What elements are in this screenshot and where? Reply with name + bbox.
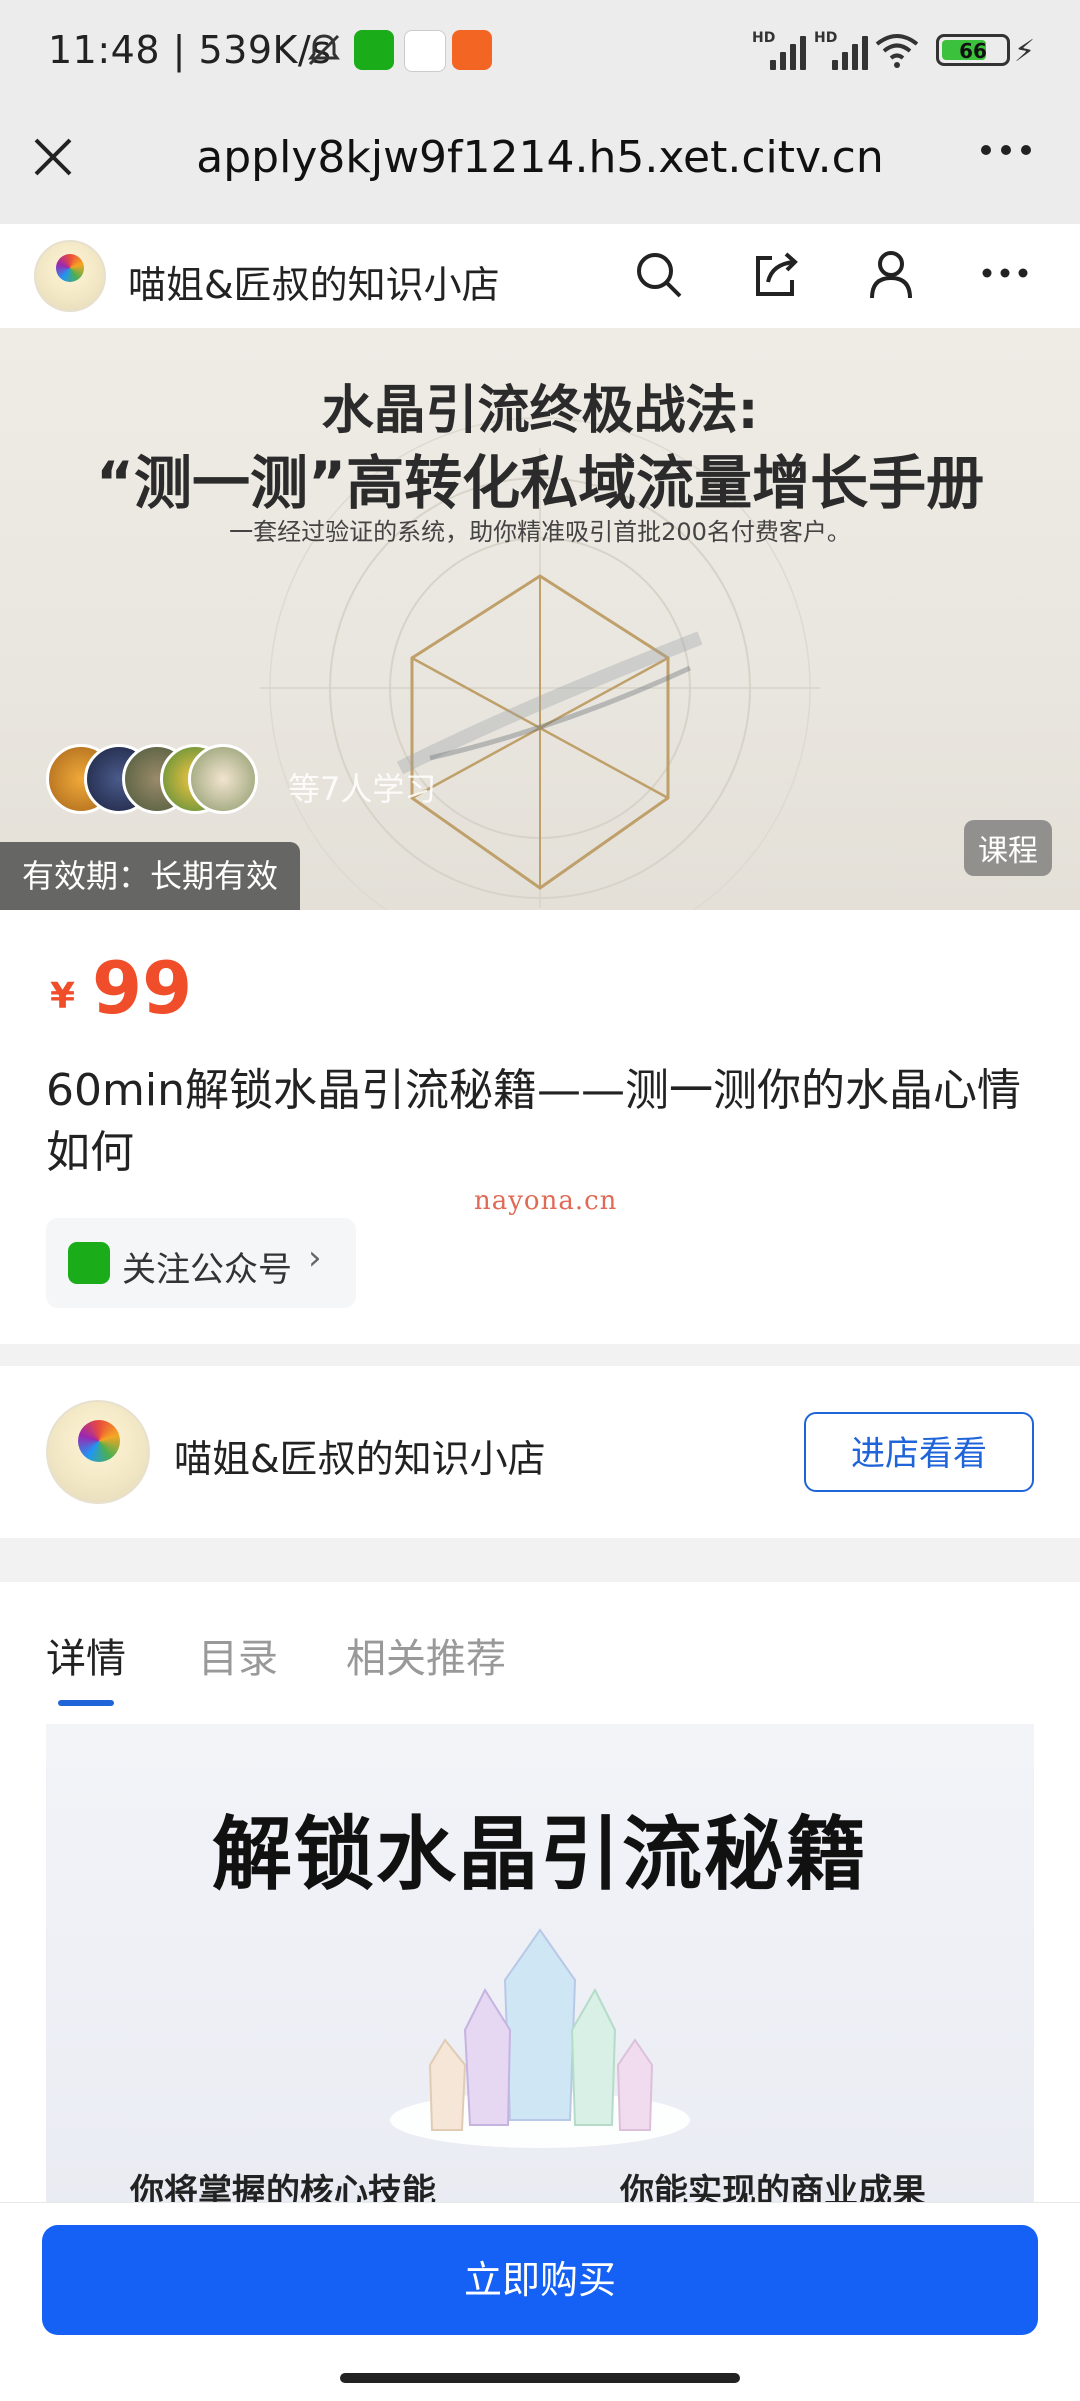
wechat-notification-icon [354, 30, 394, 70]
mute-bell-icon [304, 30, 344, 74]
banner-headline-2: “测一测”高转化私域流量增长手册 [95, 449, 985, 517]
search-icon[interactable] [634, 250, 684, 304]
follow-label: 关注公众号 [122, 1250, 292, 1290]
home-indicator[interactable] [340, 2373, 740, 2383]
poster-right-heading: 你能实现的商业成果 [620, 2172, 926, 2204]
watermark-text: nayona.cn [474, 1186, 618, 1216]
status-time: 11:48 | 539K/s [48, 28, 332, 72]
user-icon[interactable] [866, 248, 916, 304]
tab-details[interactable]: 详情 [46, 1626, 126, 1684]
page-header: 喵姐&匠叔的知识小店 [0, 224, 1080, 328]
wifi-icon [872, 30, 922, 74]
shop-name[interactable]: 喵姐&匠叔的知识小店 [174, 1428, 546, 1483]
active-tab-indicator [58, 1700, 114, 1706]
course-type-tag: 课程 [964, 820, 1052, 876]
battery-level: 66 [959, 39, 987, 63]
app-notification-icon [404, 30, 446, 72]
banner-headline-1: 水晶引流终极战法: [321, 381, 759, 441]
learner-count: 等7人学习 [288, 770, 437, 808]
shop-logo[interactable] [34, 240, 106, 312]
tab-catalog[interactable]: 目录 [198, 1626, 278, 1684]
enter-shop-button[interactable]: 进店看看 [804, 1412, 1034, 1492]
signal-1-icon [770, 30, 806, 70]
price-value: 99 [92, 946, 193, 1030]
share-icon[interactable] [750, 250, 800, 304]
poster-title: 解锁水晶引流秘籍 [212, 1808, 868, 1901]
poster-left-heading: 你将掌握的核心技能 [130, 2172, 436, 2204]
banner-tagline: 一套经过验证的系统，助你精准吸引首批200名付费客户。 [229, 518, 851, 546]
wechat-icon [68, 1242, 110, 1284]
bottom-action-bar: 立即购买 [0, 2202, 1080, 2401]
course-banner[interactable]: 水晶引流终极战法: “测一测”高转化私域流量增长手册 一套经过验证的系统，助你精… [0, 328, 1080, 910]
shop-card: 喵姐&匠叔的知识小店 进店看看 [0, 1366, 1080, 1538]
follow-official-account-button[interactable]: 关注公众号 › [46, 1218, 356, 1308]
header-shop-name[interactable]: 喵姐&匠叔的知识小店 [128, 254, 500, 309]
chevron-right-icon: › [308, 1238, 322, 1278]
detail-poster-image: 解锁水晶引流秘籍 你将掌握的核心技能 你能实现的商业成果 [46, 1724, 1034, 2204]
shop-avatar[interactable] [46, 1400, 150, 1504]
buy-now-button[interactable]: 立即购买 [42, 2225, 1038, 2335]
browser-url-bar: apply8kjw9f1214.h5.xet.citv.cn [0, 100, 1080, 224]
browser-more-icon[interactable] [978, 140, 1034, 164]
page-more-icon[interactable] [980, 264, 1030, 286]
crystal-icon [390, 1928, 690, 2148]
learner-avatar-5 [188, 744, 258, 814]
url-text[interactable]: apply8kjw9f1214.h5.xet.citv.cn [0, 132, 1080, 183]
product-info-card: ¥ 99 60min解锁水晶引流秘籍——测一测你的水晶心情如何 关注公众号 › … [0, 910, 1080, 1344]
video-app-notification-icon [452, 30, 492, 70]
product-title: 60min解锁水晶引流秘籍——测一测你的水晶心情如何 [46, 1065, 1021, 1178]
battery-icon: 66 [936, 34, 1010, 66]
validity-badge: 有效期：长期有效 [0, 842, 301, 910]
tab-recommendations[interactable]: 相关推荐 [346, 1626, 506, 1684]
currency-symbol: ¥ [50, 976, 76, 1017]
status-bar: 11:48 | 539K/s HD HD 66 ⚡ [0, 0, 1080, 100]
detail-section: 详情 目录 相关推荐 解锁水晶引流秘籍 你将掌握的核心技能 你能实现的商业成果 [0, 1582, 1080, 2204]
charging-icon: ⚡ [1014, 34, 1036, 69]
signal-2-icon [832, 30, 868, 70]
